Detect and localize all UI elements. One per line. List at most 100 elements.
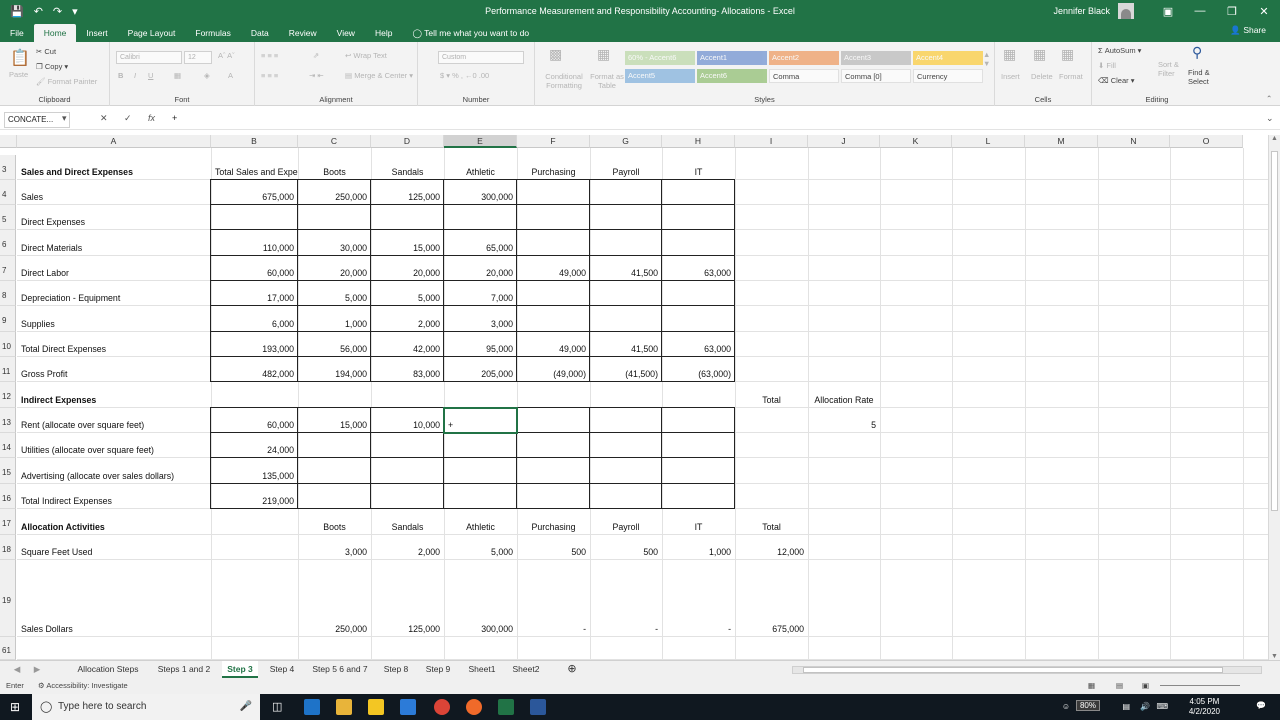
borders-icon[interactable]: ▦ <box>174 71 181 80</box>
row-header-9[interactable]: 9 <box>0 306 16 332</box>
tell-me-search[interactable]: ◯ Tell me what you want to do <box>402 24 539 42</box>
sort-filter-button[interactable]: Sort & Filter <box>1158 60 1186 78</box>
cell-a19[interactable]: Sales Dollars <box>17 622 211 636</box>
tab-insert[interactable]: Insert <box>76 24 117 42</box>
style-accent2[interactable]: Accent2 <box>769 51 839 65</box>
tab-data[interactable]: Data <box>241 24 279 42</box>
page-break-view-icon[interactable]: ▣ <box>1142 678 1149 694</box>
column-header-j[interactable]: J <box>808 135 880 148</box>
windows-start-icon[interactable]: ⊞ <box>10 700 20 714</box>
row-header-61[interactable]: 61 <box>0 637 16 660</box>
column-header-b[interactable]: B <box>211 135 298 148</box>
delete-cells-button[interactable]: Delete <box>1031 72 1053 81</box>
cell-j13[interactable]: 5 <box>808 418 880 432</box>
column-header-i[interactable]: I <box>735 135 808 148</box>
cell-g11[interactable]: (41,500) <box>590 367 662 381</box>
cut-button[interactable]: ✂ Cut <box>36 47 56 56</box>
cell-e7[interactable]: 20,000 <box>444 266 517 280</box>
cell-e4[interactable]: 300,000 <box>444 190 517 204</box>
cell-i12[interactable]: Total <box>735 393 808 407</box>
cell-i17[interactable]: Total <box>735 520 808 534</box>
cell-c10[interactable]: 56,000 <box>298 342 371 356</box>
sheet-tab-sheet1[interactable]: Sheet1 <box>462 661 502 678</box>
copy-button[interactable]: ❐ Copy ▾ <box>36 62 68 71</box>
format-cells-button[interactable]: Format <box>1059 72 1083 81</box>
column-header-e[interactable]: E <box>444 135 517 148</box>
autosum-button[interactable]: Σ AutoSum ▾ <box>1098 46 1141 55</box>
cell-a12[interactable]: Indirect Expenses <box>17 393 211 407</box>
row-header-3[interactable]: 3 <box>0 155 16 180</box>
cell-d9[interactable]: 2,000 <box>371 317 444 331</box>
row-header-16[interactable]: 16 <box>0 484 16 509</box>
row-header-17[interactable]: 17 <box>0 509 16 535</box>
cell-b16[interactable]: 219,000 <box>211 494 298 508</box>
italic-icon[interactable]: I <box>134 71 136 80</box>
style-accent6[interactable]: Accent6 <box>697 69 767 83</box>
close-icon[interactable]: ✕ <box>1248 5 1280 18</box>
column-header-g[interactable]: G <box>590 135 662 148</box>
cell-d19[interactable]: 125,000 <box>371 622 444 636</box>
cell-b15[interactable]: 135,000 <box>211 469 298 483</box>
clear-button[interactable]: ⌫ Clear ▾ <box>1098 76 1135 85</box>
format-as-table-icon[interactable]: ▦ <box>597 46 610 63</box>
sheet-tab-step-3[interactable]: Step 3 <box>222 661 258 678</box>
row-header-8[interactable]: 8 <box>0 281 16 306</box>
cell-c13[interactable]: 15,000 <box>298 418 371 432</box>
cell-e18[interactable]: 5,000 <box>444 545 517 559</box>
cell-b11[interactable]: 482,000 <box>211 367 298 381</box>
cell-g10[interactable]: 41,500 <box>590 342 662 356</box>
cell-h7[interactable]: 63,000 <box>662 266 735 280</box>
cell-h3[interactable]: IT <box>662 165 735 179</box>
style-comma-0[interactable]: Comma [0] <box>841 69 911 83</box>
cell-a7[interactable]: Direct Labor <box>17 266 211 280</box>
cell-e3[interactable]: Athletic <box>444 165 517 179</box>
orientation-icon[interactable]: ⇗ <box>313 51 319 60</box>
customize-quick-access-icon[interactable]: ▾ <box>72 5 78 18</box>
column-header-f[interactable]: F <box>517 135 590 148</box>
notifications-icon[interactable]: 💬 <box>1256 701 1266 710</box>
tab-review[interactable]: Review <box>279 24 327 42</box>
cell-c17[interactable]: Boots <box>298 520 371 534</box>
font-color-icon[interactable]: A <box>228 71 233 80</box>
clock[interactable]: 4:05 PM 4/2/2020 <box>1189 697 1220 717</box>
cell-a10[interactable]: Total Direct Expenses <box>17 342 211 356</box>
taskbar-search-box[interactable]: ◯ Type here to search 🎤 <box>32 694 260 720</box>
undo-icon[interactable]: ↶ <box>34 5 43 18</box>
font-name-box[interactable]: Calibri <box>116 51 182 64</box>
name-box[interactable]: CONCATE... <box>4 112 70 128</box>
number-format-box[interactable]: Custom <box>438 51 524 64</box>
cell-d8[interactable]: 5,000 <box>371 291 444 305</box>
column-header-n[interactable]: N <box>1098 135 1170 148</box>
row-header-11[interactable]: 11 <box>0 357 16 382</box>
select-all-corner[interactable] <box>0 135 17 148</box>
column-header-o[interactable]: O <box>1170 135 1243 148</box>
cell-a8[interactable]: Depreciation - Equipment <box>17 291 211 305</box>
cell-e8[interactable]: 7,000 <box>444 291 517 305</box>
cell-c9[interactable]: 1,000 <box>298 317 371 331</box>
row-header-6[interactable]: 6 <box>0 230 16 256</box>
fill-color-icon[interactable]: ◈ <box>204 71 210 80</box>
store-icon[interactable] <box>368 699 384 715</box>
cell-f18[interactable]: 500 <box>517 545 590 559</box>
tab-formulas[interactable]: Formulas <box>185 24 240 42</box>
cell-h17[interactable]: IT <box>662 520 735 534</box>
cell-d3[interactable]: Sandals <box>371 165 444 179</box>
tab-page-layout[interactable]: Page Layout <box>118 24 186 42</box>
scroll-down-icon[interactable]: ▼ <box>1269 653 1280 660</box>
collapse-ribbon-icon[interactable]: ⌃ <box>1266 94 1272 103</box>
ime-icon[interactable]: ⌨ <box>1156 702 1168 711</box>
cell-c4[interactable]: 250,000 <box>298 190 371 204</box>
cell-f3[interactable]: Purchasing <box>517 165 590 179</box>
insert-cells-icon[interactable]: ▦ <box>1003 46 1016 63</box>
font-size-box[interactable]: 12 <box>184 51 212 64</box>
network-icon[interactable]: ▤ <box>1122 702 1130 711</box>
vertical-scrollbar[interactable]: ▲ ▼ <box>1268 135 1280 660</box>
zoom-slider[interactable] <box>1160 685 1240 686</box>
sheet-tab-allocation-steps[interactable]: Allocation Steps <box>70 661 146 678</box>
chrome-icon[interactable] <box>434 699 450 715</box>
cell-g3[interactable]: Payroll <box>590 165 662 179</box>
cell-d18[interactable]: 2,000 <box>371 545 444 559</box>
active-cell-selection[interactable] <box>443 407 518 434</box>
scroll-up-icon[interactable]: ▲ <box>1269 135 1280 142</box>
cell-e6[interactable]: 65,000 <box>444 241 517 255</box>
